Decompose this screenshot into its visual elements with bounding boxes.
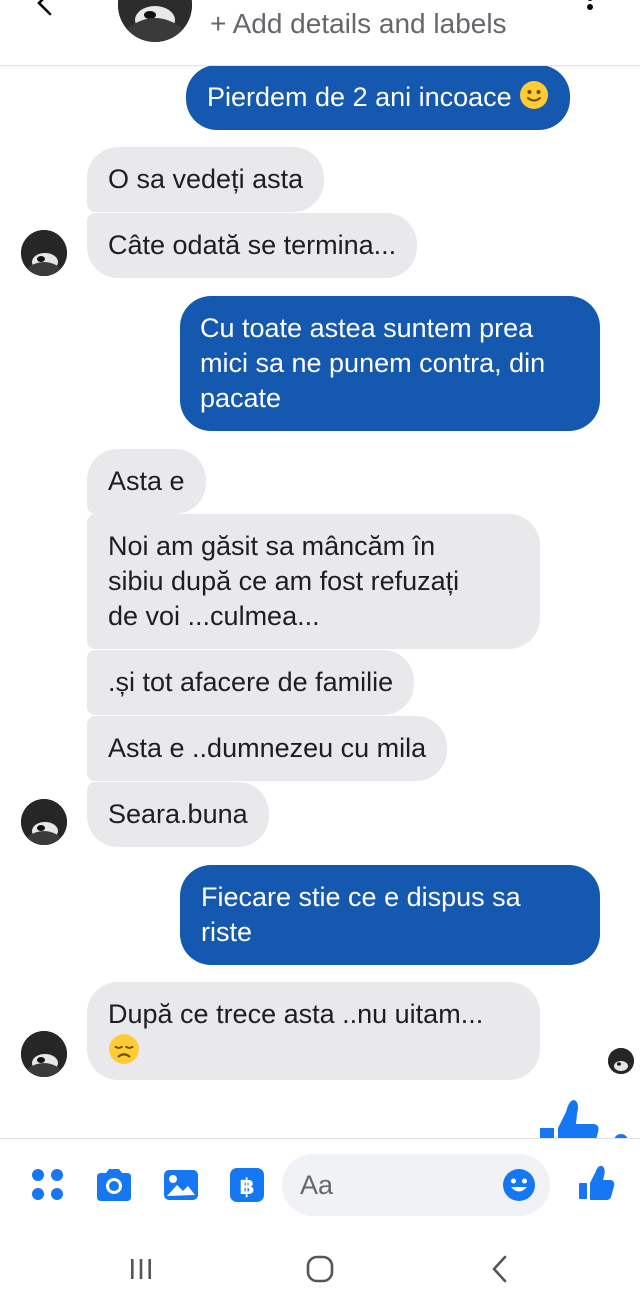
message-text: O sa vedeți asta	[108, 164, 304, 194]
message-line: de voi ...culmea...	[108, 601, 320, 631]
sender-avatar[interactable]	[21, 1031, 67, 1077]
messenger-chat-screen: + Add details and labels Pierdem de 2 an…	[0, 0, 640, 1307]
camera-icon[interactable]	[94, 1165, 134, 1205]
message-text: Asta e ..dumnezeu cu mila	[108, 733, 427, 763]
message-bubble-outgoing[interactable]: Fiecare stie ce e dispus sa riste	[180, 865, 600, 965]
home-icon[interactable]	[303, 1252, 337, 1286]
message-input[interactable]	[300, 1154, 500, 1216]
message-bubble-incoming[interactable]: După ce trece asta ..nu uitam...	[87, 982, 540, 1080]
message-bubble-incoming[interactable]: .și tot afacere de familie	[87, 650, 415, 715]
gallery-icon[interactable]	[161, 1165, 201, 1205]
message-line: După ce trece asta ..nu uitam...	[108, 999, 484, 1029]
message-bubble-incoming[interactable]: Seara.buna	[87, 782, 269, 847]
svg-text:฿: ฿	[239, 1175, 254, 1200]
payment-icon[interactable]: ฿	[227, 1165, 267, 1205]
sender-avatar[interactable]	[21, 799, 67, 845]
message-bubble-outgoing[interactable]: Cu toate astea suntem prea mici sa ne pu…	[180, 296, 600, 431]
message-line: sibiu după ce am fost refuzați	[108, 566, 460, 596]
message-line: pacate	[200, 383, 282, 413]
message-line: riste	[201, 917, 253, 947]
seen-receipt-avatar	[608, 1048, 634, 1074]
emoji-icon[interactable]	[502, 1168, 536, 1202]
message-bubble-incoming[interactable]: Asta e ..dumnezeu cu mila	[87, 716, 448, 781]
message-line: Cu toate astea suntem prea	[200, 313, 534, 343]
recent-apps-icon[interactable]	[124, 1252, 158, 1286]
message-composer: ฿	[0, 1138, 640, 1230]
sender-avatar[interactable]	[21, 230, 67, 276]
message-text: .și tot afacere de familie	[108, 667, 394, 697]
message-text: Pierdem de 2 ani incoace	[207, 82, 512, 112]
more-vertical-icon[interactable]	[580, 0, 600, 22]
message-text: Câte odată se termina...	[108, 230, 397, 260]
chat-header: + Add details and labels	[0, 0, 640, 66]
message-line: mici sa ne punem contra, din	[200, 348, 546, 378]
chevron-left-icon[interactable]	[30, 0, 60, 18]
message-bubble-incoming[interactable]: Noi am găsit sa mâncăm în sibiu după ce …	[87, 514, 540, 649]
message-text: Asta e	[108, 466, 185, 496]
system-navigation-bar	[0, 1230, 640, 1307]
add-details-link[interactable]: + Add details and labels	[210, 8, 507, 40]
message-bubble-incoming[interactable]: Câte odată se termina...	[87, 213, 418, 278]
back-icon[interactable]	[484, 1252, 518, 1286]
menu-dots-icon[interactable]	[28, 1165, 68, 1205]
like-icon[interactable]	[576, 1163, 616, 1203]
like-reaction-icon	[540, 1100, 599, 1140]
message-bubble-incoming[interactable]: O sa vedeți asta	[87, 147, 325, 212]
slightly-smiling-face-icon	[520, 81, 549, 109]
message-input-container[interactable]	[282, 1154, 550, 1216]
message-bubble-outgoing[interactable]: Pierdem de 2 ani incoace	[186, 65, 571, 130]
message-bubble-incoming[interactable]: Asta e	[87, 449, 206, 514]
message-text: Seara.buna	[108, 799, 248, 829]
contact-avatar[interactable]	[118, 0, 192, 42]
disappointed-face-icon	[109, 1034, 139, 1064]
message-line: Noi am găsit sa mâncăm în	[108, 531, 436, 561]
message-line: Fiecare stie ce e dispus sa	[201, 882, 521, 912]
